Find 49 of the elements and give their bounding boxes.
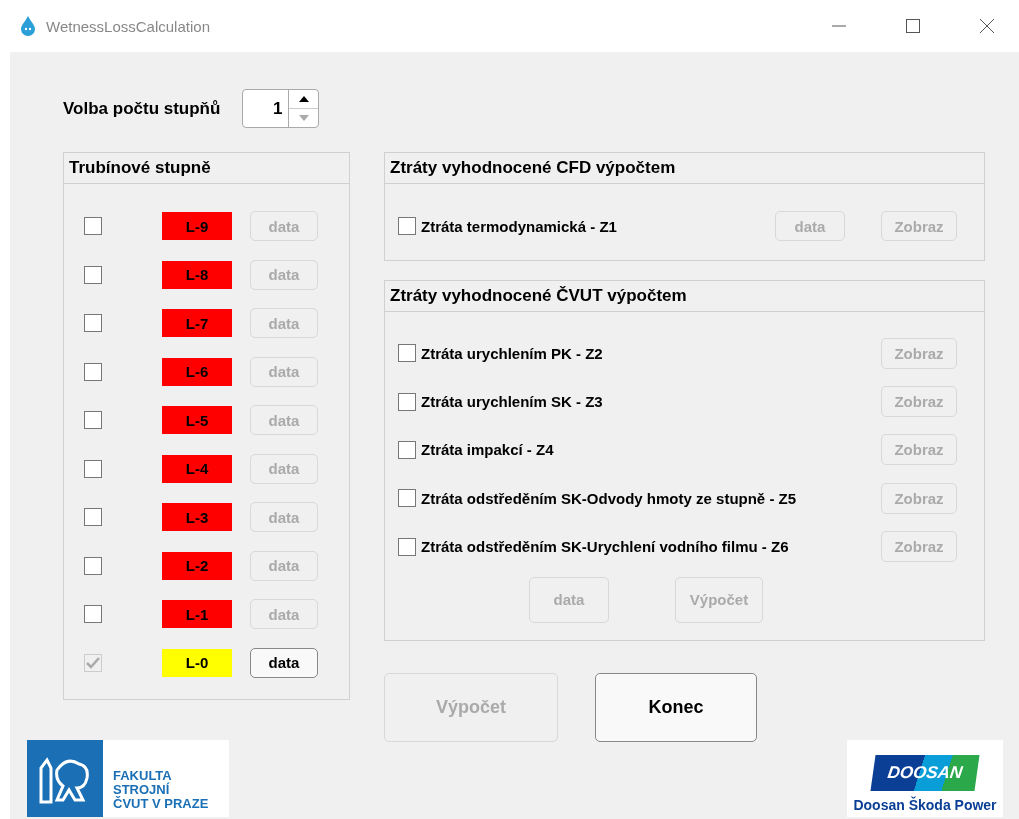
- stage-count-label: Volba počtu stupňů: [63, 98, 221, 119]
- down-arrow-icon[interactable]: [298, 115, 309, 121]
- loss-label: Ztráta urychlením SK - Z3: [421, 393, 604, 411]
- loss-checkbox[interactable]: [398, 537, 416, 556]
- data-button[interactable]: data: [250, 647, 318, 678]
- loss-checkbox[interactable]: [398, 392, 416, 411]
- brand-mark: DOOSAN: [870, 755, 980, 791]
- panel-title: Trubínové stupně: [69, 158, 211, 178]
- loss-checkbox[interactable]: [398, 344, 416, 363]
- logo-text: FAKULTA: [113, 768, 173, 783]
- exit-button[interactable]: Konec: [595, 673, 757, 742]
- stage-tag: L-5: [162, 406, 232, 435]
- panel-title: Ztráty vyhodnocené CFD výpočtem: [390, 158, 676, 178]
- stage-checkbox[interactable]: [84, 411, 102, 430]
- stage-tag: L-0: [162, 648, 232, 677]
- droplet-icon: [20, 16, 36, 36]
- close-icon[interactable]: [980, 19, 994, 33]
- stage-tag: L-1: [162, 600, 232, 629]
- stage-checkbox[interactable]: [84, 217, 102, 236]
- panel-title: Ztráty vyhodnocené ČVUT výpočtem: [390, 286, 687, 306]
- loss-checkbox[interactable]: [398, 489, 416, 508]
- loss-label: Ztráta urychlením PK - Z2: [421, 344, 604, 362]
- stage-tag: L-2: [162, 551, 232, 580]
- window-title: WetnessLossCalculation: [46, 17, 211, 35]
- loss-checkbox[interactable]: [398, 217, 416, 235]
- logo-caption: Doosan Škoda Power: [853, 797, 997, 813]
- stage-checkbox[interactable]: [84, 459, 102, 478]
- stage-checkbox[interactable]: [84, 314, 102, 333]
- stage-tag: L-9: [162, 212, 232, 241]
- loss-label: Ztráta impakcí - Z4: [421, 441, 555, 459]
- stage-checkbox[interactable]: [84, 362, 102, 381]
- logo-text: STROJNÍ: [113, 782, 171, 797]
- stage-checkbox[interactable]: [84, 605, 102, 624]
- stage-tag: L-4: [162, 454, 232, 483]
- up-arrow-icon[interactable]: [298, 96, 309, 102]
- stage-tag: L-3: [162, 503, 232, 532]
- stage-checkbox[interactable]: [84, 508, 102, 527]
- loss-label: Ztráta odstředěním SK-Odvody hmoty ze stupně - Z5: [421, 489, 798, 507]
- logo-text: ČVUT V PRAZE: [113, 796, 209, 811]
- loss-label: Ztráta odstředěním SK-Urychlení vodního filmu - Z6: [421, 538, 790, 556]
- maximize-icon[interactable]: [906, 19, 920, 33]
- stage-tag: L-6: [162, 357, 232, 386]
- stage-tag: L-8: [162, 260, 232, 289]
- stage-tag: L-7: [162, 309, 232, 338]
- stage-checkbox[interactable]: [84, 556, 102, 575]
- loss-checkbox[interactable]: [398, 440, 416, 459]
- stage-checkbox[interactable]: [84, 265, 102, 284]
- stage-count-spinner[interactable]: 1: [242, 89, 320, 128]
- loss-label: Ztráta termodynamická - Z1: [421, 217, 618, 235]
